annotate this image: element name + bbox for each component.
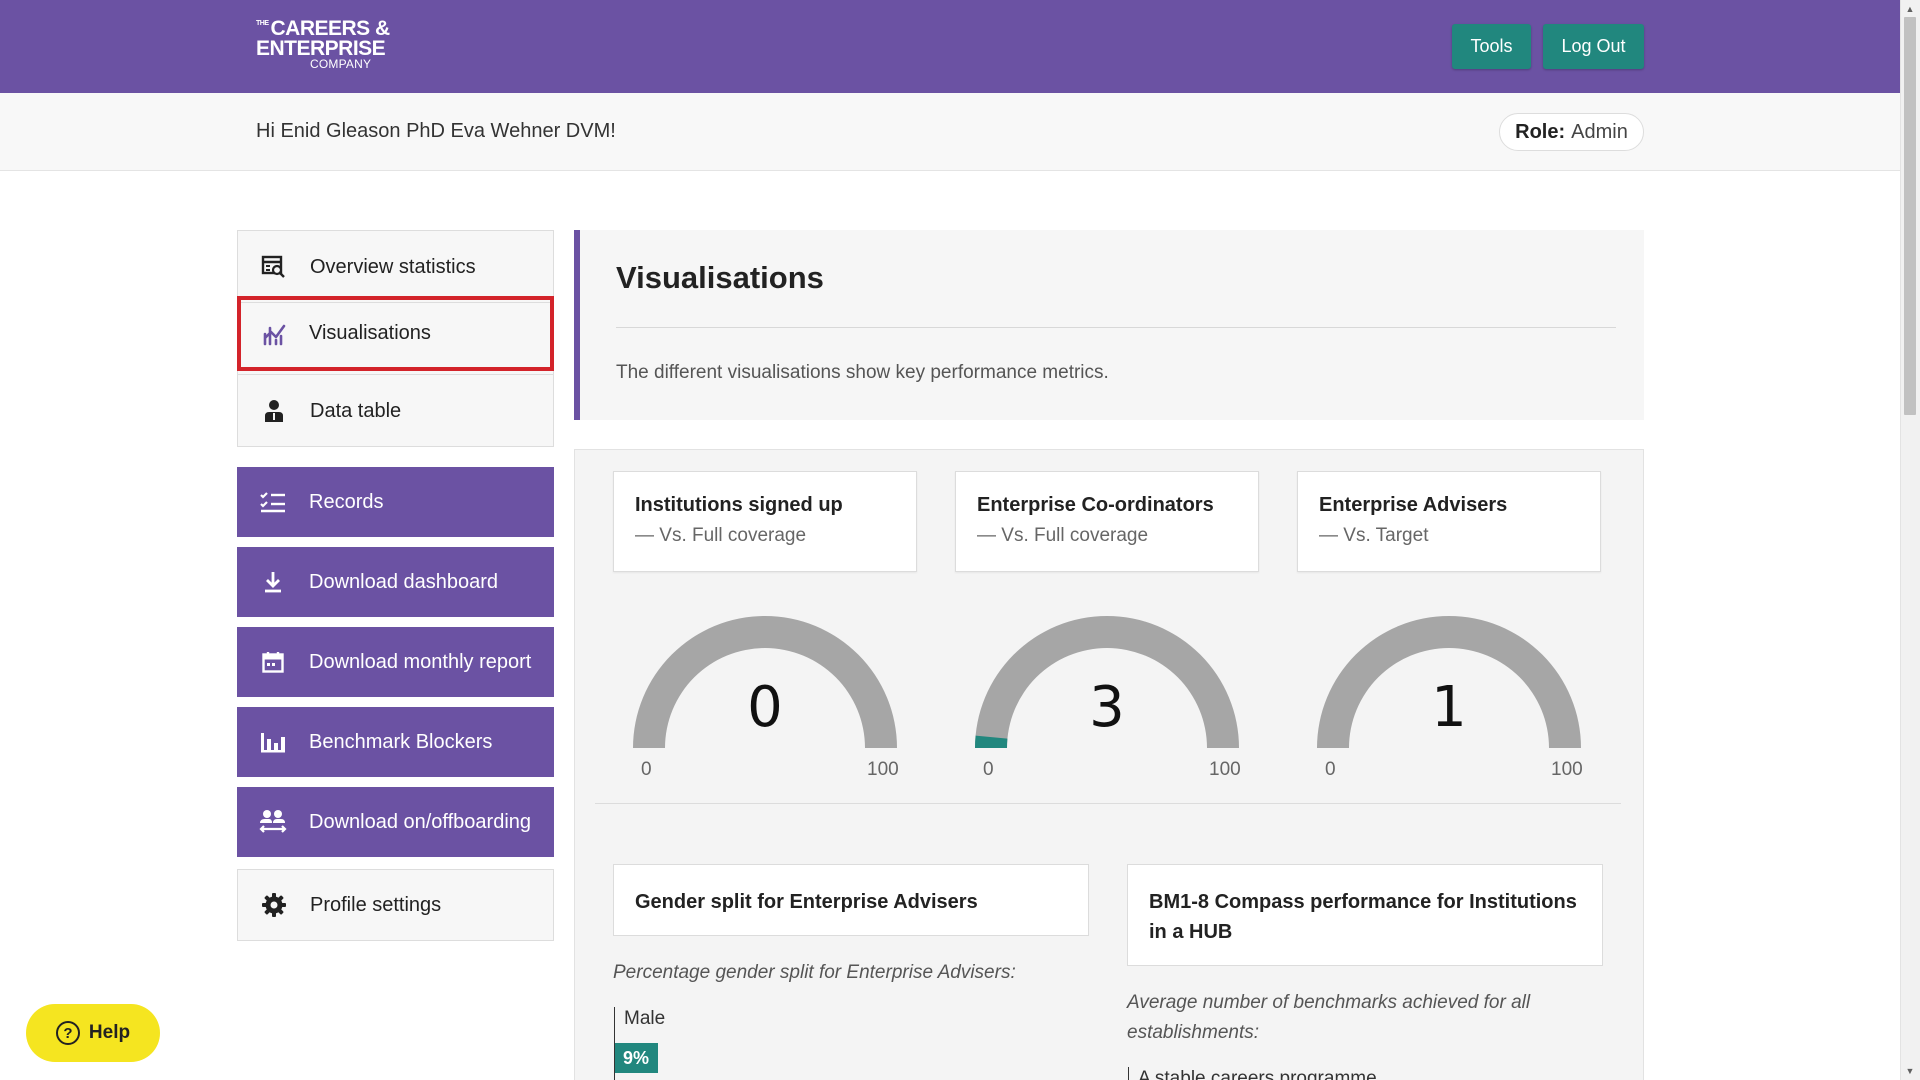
- gender-split-card: Gender split for Enterprise Advisers: [613, 864, 1089, 936]
- title-divider: [616, 327, 1616, 328]
- section-divider: [595, 803, 1621, 804]
- scrollbar-thumb[interactable]: [1904, 17, 1916, 415]
- question-icon: ?: [55, 1021, 80, 1045]
- bm-performance-card: BM1-8 Compass performance for Institutio…: [1127, 864, 1603, 966]
- card-title: Gender split for Enterprise Advisers: [635, 891, 978, 913]
- gauge-coordinators: 3 0 100: [967, 615, 1247, 795]
- gauge-value: 1: [1431, 675, 1467, 740]
- bar-label-male: Male: [624, 1008, 666, 1029]
- download-monthly-report-button[interactable]: Download monthly report: [237, 627, 554, 697]
- sidebar-nav: Overview statistics Visualisations Data …: [237, 230, 554, 447]
- top-header: THE CAREERS & ENTERPRISE COMPANY Tools Lo…: [0, 0, 1900, 93]
- gauge-max: 100: [1209, 759, 1241, 780]
- bar-label-first: A stable careers programme: [1138, 1068, 1377, 1080]
- gauge-advisers: 1 0 100: [1309, 615, 1589, 795]
- benchmark-blockers-button[interactable]: Benchmark Blockers: [237, 707, 554, 777]
- logo-the: THE: [256, 20, 269, 27]
- gauge-max: 100: [1551, 759, 1583, 780]
- metric-card-coordinators: Enterprise Co-ordinators — Vs. Full cove…: [955, 471, 1259, 572]
- overview-search-icon: [238, 255, 310, 279]
- gauge-min: 0: [641, 759, 652, 780]
- people-swap-icon: [237, 809, 309, 835]
- visualisations-intro: Visualisations The different visualisati…: [574, 230, 1644, 420]
- greeting-text: Hi Enid Gleason PhD Eva Wehner DVM!: [256, 120, 616, 142]
- calendar-icon: [237, 651, 309, 673]
- logo-line2: ENTERPRISE: [256, 37, 386, 60]
- chart-icon: [241, 322, 309, 346]
- sidebar-item-visualisations[interactable]: Visualisations: [237, 296, 554, 371]
- gauge-institutions: 0 0 100: [625, 615, 905, 795]
- company-logo[interactable]: THE CAREERS & ENTERPRISE COMPANY: [256, 18, 390, 70]
- gender-split-caption: Percentage gender split for Enterprise A…: [613, 962, 1016, 983]
- gauge-value: 0: [747, 675, 783, 740]
- gear-icon: [238, 892, 310, 918]
- metric-subtitle: — Vs. Full coverage: [635, 525, 807, 546]
- sidebar-item-overview-statistics[interactable]: Overview statistics: [238, 231, 553, 303]
- user-bar: Hi Enid Gleason PhD Eva Wehner DVM! Role…: [0, 93, 1900, 171]
- page-description: The different visualisations show key pe…: [616, 362, 1109, 383]
- metric-subtitle: — Vs. Target: [1319, 525, 1429, 546]
- page-title: Visualisations: [616, 260, 824, 295]
- download-icon: [237, 571, 309, 593]
- download-monthly-report-label: Download monthly report: [309, 650, 532, 673]
- sidebar-item-label: Data table: [310, 399, 402, 422]
- sidebar-item-profile-settings[interactable]: Profile settings: [237, 869, 554, 941]
- gauge-min: 0: [1325, 759, 1336, 780]
- dashboard-panel: Institutions signed up — Vs. Full covera…: [574, 449, 1644, 1080]
- logo-line1: CAREERS &: [270, 17, 391, 40]
- gauge-min: 0: [983, 759, 994, 780]
- help-label: Help: [88, 1022, 131, 1043]
- gauge-value: 3: [1089, 675, 1125, 740]
- role-value: Admin: [1571, 120, 1628, 143]
- download-onoffboarding-button[interactable]: Download on/offboarding: [237, 787, 554, 857]
- role-label: Role:: [1515, 120, 1566, 143]
- download-dashboard-label: Download dashboard: [309, 570, 499, 593]
- download-dashboard-button[interactable]: Download dashboard: [237, 547, 554, 617]
- profile-settings-label: Profile settings: [310, 893, 442, 916]
- metric-subtitle: — Vs. Full coverage: [977, 525, 1149, 546]
- scroll-up-arrow-icon[interactable]: ▲: [1904, 3, 1916, 15]
- person-icon: [238, 399, 310, 423]
- sidebar-item-label: Overview statistics: [310, 255, 476, 278]
- card-title: BM1-8 Compass performance for Institutio…: [1149, 891, 1577, 943]
- metric-title: Enterprise Advisers: [1319, 494, 1508, 516]
- metric-card-institutions: Institutions signed up — Vs. Full covera…: [613, 471, 917, 572]
- benchmark-blockers-label: Benchmark Blockers: [309, 730, 493, 753]
- gauge-max: 100: [867, 759, 899, 780]
- records-button[interactable]: Records: [237, 467, 554, 537]
- help-button[interactable]: ? Help: [26, 1004, 160, 1062]
- tools-button[interactable]: Tools: [1452, 24, 1531, 69]
- logout-button[interactable]: Log Out: [1543, 24, 1644, 69]
- scroll-down-arrow-icon[interactable]: ▼: [1904, 1065, 1916, 1077]
- records-label: Records: [309, 490, 384, 513]
- download-onoffboarding-label: Download on/offboarding: [309, 810, 532, 833]
- bar-chart-icon: [237, 731, 309, 753]
- checklist-icon: [237, 491, 309, 513]
- bar-axis: [1128, 1067, 1129, 1080]
- sidebar-item-label: Visualisations: [309, 322, 431, 344]
- sidebar-item-data-table[interactable]: Data table: [238, 375, 553, 447]
- role-badge: Role: Admin: [1499, 113, 1644, 151]
- metric-card-advisers: Enterprise Advisers — Vs. Target: [1297, 471, 1601, 572]
- bar-male: 9%: [615, 1043, 658, 1073]
- bm-performance-caption: Average number of benchmarks achieved fo…: [1127, 992, 1531, 1043]
- metric-title: Institutions signed up: [635, 494, 843, 516]
- metric-title: Enterprise Co-ordinators: [977, 494, 1214, 516]
